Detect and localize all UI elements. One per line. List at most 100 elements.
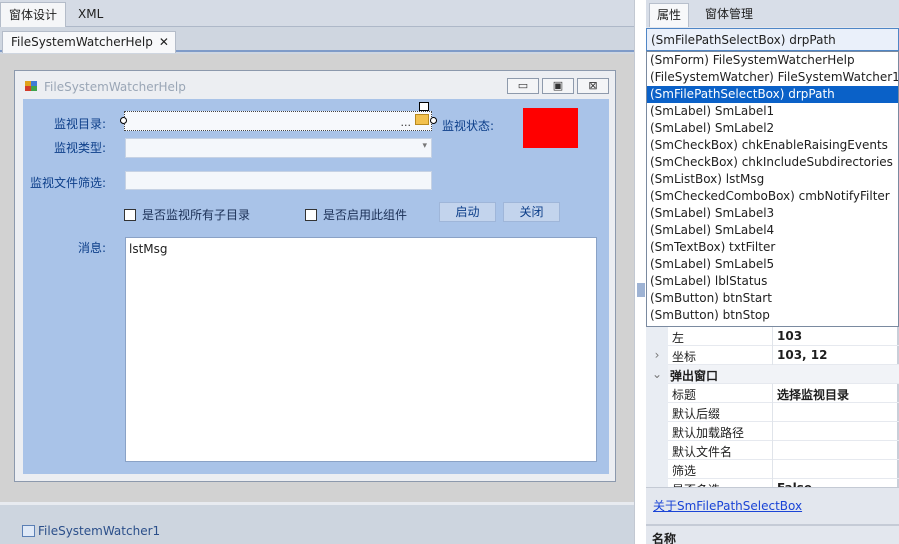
tab-xml[interactable]: XML — [70, 2, 111, 27]
tab-properties[interactable]: 属性 — [649, 3, 690, 27]
dropdown-option[interactable]: (SmButton) btnStart — [647, 290, 898, 307]
include-subdirs-checkbox[interactable]: 是否监视所有子目录 — [124, 206, 250, 223]
property-row[interactable]: 默认后缀 — [646, 403, 899, 422]
property-name: 默认后缀 — [672, 407, 721, 421]
dropdown-option[interactable]: (SmTextBox) txtFilter — [647, 239, 898, 256]
filter-textbox[interactable] — [125, 171, 432, 190]
component-select-combo[interactable]: (SmFilePathSelectBox) drpPath — [646, 28, 899, 51]
description-title: 名称 — [652, 532, 677, 544]
help-link[interactable]: 关于SmFilePathSelectBox — [653, 497, 802, 514]
dropdown-option[interactable]: (SmLabel) SmLabel2 — [647, 120, 898, 137]
property-value[interactable] — [772, 460, 899, 479]
expand-chevron-icon — [646, 441, 668, 460]
property-name: 左 — [672, 331, 685, 345]
right-tab-strip: 属性 窗体管理 — [646, 0, 899, 27]
dropdown-option[interactable]: (SmLabel) SmLabel4 — [647, 222, 898, 239]
property-row[interactable]: 是否多选False — [646, 479, 899, 487]
tray-component[interactable]: FileSystemWatcher1 — [22, 524, 160, 538]
property-row[interactable]: 标题 选择监视目录 — [646, 384, 899, 403]
dropdown-option[interactable]: (SmCheckBox) chkIncludeSubdirectories — [647, 154, 898, 171]
form-client-area: 监视目录: ... 监视状态: 监视类型: ▾ 监视文件筛选: 是否监视所有子目… — [23, 99, 609, 474]
property-name: 弹出窗口 — [670, 369, 719, 383]
message-listbox[interactable]: lstMsg — [125, 237, 597, 462]
property-value[interactable] — [772, 422, 899, 441]
document-tab-title: FileSystemWatcherHelp — [11, 35, 153, 49]
smart-tag-icon[interactable] — [419, 102, 429, 111]
notify-filter-combo[interactable]: ▾ — [125, 138, 432, 158]
folder-icon[interactable] — [415, 114, 429, 125]
panel-splitter[interactable] — [634, 0, 646, 544]
dropdown-option[interactable]: (SmCheckBox) chkEnableRaisingEvents — [647, 137, 898, 154]
form-window[interactable]: FileSystemWatcherHelp ▭ ▣ ⊠ 监视目录: ... 监视… — [14, 70, 616, 482]
status-indicator — [523, 108, 578, 148]
dir-label: 监视目录: — [54, 117, 107, 131]
property-value[interactable]: 103, 12 — [772, 346, 899, 365]
filter-label: 监视文件筛选: — [30, 176, 107, 190]
window-title-bar[interactable]: FileSystemWatcherHelp ▭ ▣ ⊠ — [15, 71, 615, 99]
collapse-chevron-icon[interactable]: ⌄ — [646, 365, 668, 384]
property-category[interactable]: ⌄ 弹出窗口 — [646, 365, 899, 384]
enable-events-checkbox[interactable]: 是否启用此组件 — [305, 206, 407, 223]
property-value[interactable]: 选择监视目录 — [772, 384, 899, 403]
close-window-icon[interactable]: ⊠ — [577, 78, 609, 94]
property-name: 标题 — [672, 388, 697, 402]
top-tab-strip: 窗体设计 XML — [0, 0, 634, 27]
enable-events-label: 是否启用此组件 — [323, 208, 408, 222]
browse-ellipsis[interactable]: ... — [401, 116, 412, 129]
dropdown-option[interactable]: (SmLabel) SmLabel3 — [647, 205, 898, 222]
dropdown-option[interactable]: (SmLabel) SmLabel5 — [647, 256, 898, 273]
tab-form-design[interactable]: 窗体设计 — [0, 2, 67, 27]
expand-chevron-icon — [646, 422, 668, 441]
property-row[interactable]: 筛选 — [646, 460, 899, 479]
expand-chevron-icon — [646, 460, 668, 479]
document-tab[interactable]: FileSystemWatcherHelp ✕ — [2, 31, 176, 53]
property-row[interactable]: 默认加载路径 — [646, 422, 899, 441]
description-area: 关于SmFilePathSelectBox 名称 — [646, 487, 899, 544]
property-value[interactable]: 103 — [772, 327, 899, 346]
type-label: 监视类型: — [54, 141, 107, 155]
dropdown-option[interactable]: (SmFilePathSelectBox) drpPath — [647, 86, 898, 103]
dropdown-option[interactable]: (SmLabel) SmLabel1 — [647, 103, 898, 120]
dir-path-select[interactable]: ... — [124, 111, 432, 131]
description-splitter[interactable] — [646, 524, 899, 526]
listbox-name: lstMsg — [129, 242, 168, 256]
property-value[interactable]: False — [772, 479, 899, 487]
property-grid[interactable]: 左 103 › 坐标 103, 12 ⌄ 弹出窗口标题 选择监视目录默认后缀默认加载路径 默认文… — [646, 327, 899, 487]
start-button[interactable]: 启动 — [439, 202, 496, 222]
minimize-icon[interactable]: ▭ — [507, 78, 539, 94]
selection-handle-right[interactable] — [430, 117, 437, 124]
maximize-icon[interactable]: ▣ — [542, 78, 574, 94]
expand-chevron-icon — [646, 327, 668, 346]
component-dropdown-list[interactable]: (SmForm) FileSystemWatcherHelp (FileSyste… — [646, 51, 899, 327]
dropdown-option[interactable]: (FileSystemWatcher) FileSystemWatcher1 — [647, 69, 898, 86]
document-tab-strip: FileSystemWatcherHelp ✕ — [0, 28, 634, 53]
checkbox-icon[interactable] — [305, 209, 317, 221]
dropdown-option[interactable]: (SmButton) btnStop — [647, 307, 898, 324]
property-value[interactable] — [772, 441, 899, 460]
property-row[interactable]: › 坐标 103, 12 — [646, 346, 899, 365]
app-icon — [25, 81, 37, 92]
include-subdirs-label: 是否监视所有子目录 — [142, 208, 251, 222]
property-row[interactable]: 默认文件名 — [646, 441, 899, 460]
dropdown-option[interactable]: (SmLabel) lblStatus — [647, 273, 898, 290]
chevron-down-icon[interactable]: ▾ — [422, 141, 427, 151]
selection-handle-left[interactable] — [120, 117, 127, 124]
dropdown-option[interactable]: (SmCheckedComboBox) cmbNotifyFilter — [647, 188, 898, 205]
close-icon[interactable]: ✕ — [159, 35, 169, 49]
component-icon — [22, 525, 35, 537]
collapse-arrow-icon[interactable] — [637, 283, 645, 297]
property-name: 默认文件名 — [672, 445, 733, 459]
expand-chevron-icon — [646, 384, 668, 403]
property-name: 筛选 — [672, 464, 697, 478]
property-value[interactable] — [772, 403, 899, 422]
property-row[interactable]: 左 103 — [646, 327, 899, 346]
expand-chevron-icon[interactable]: › — [646, 346, 668, 365]
message-label: 消息: — [78, 241, 107, 255]
dropdown-option[interactable]: (SmListBox) lstMsg — [647, 171, 898, 188]
dropdown-option[interactable]: (SmForm) FileSystemWatcherHelp — [647, 52, 898, 69]
status-label: 监视状态: — [442, 119, 495, 133]
stop-button[interactable]: 关闭 — [503, 202, 560, 222]
property-name: 默认加载路径 — [672, 426, 745, 440]
checkbox-icon[interactable] — [124, 209, 136, 221]
tab-form-manager[interactable]: 窗体管理 — [698, 3, 760, 27]
